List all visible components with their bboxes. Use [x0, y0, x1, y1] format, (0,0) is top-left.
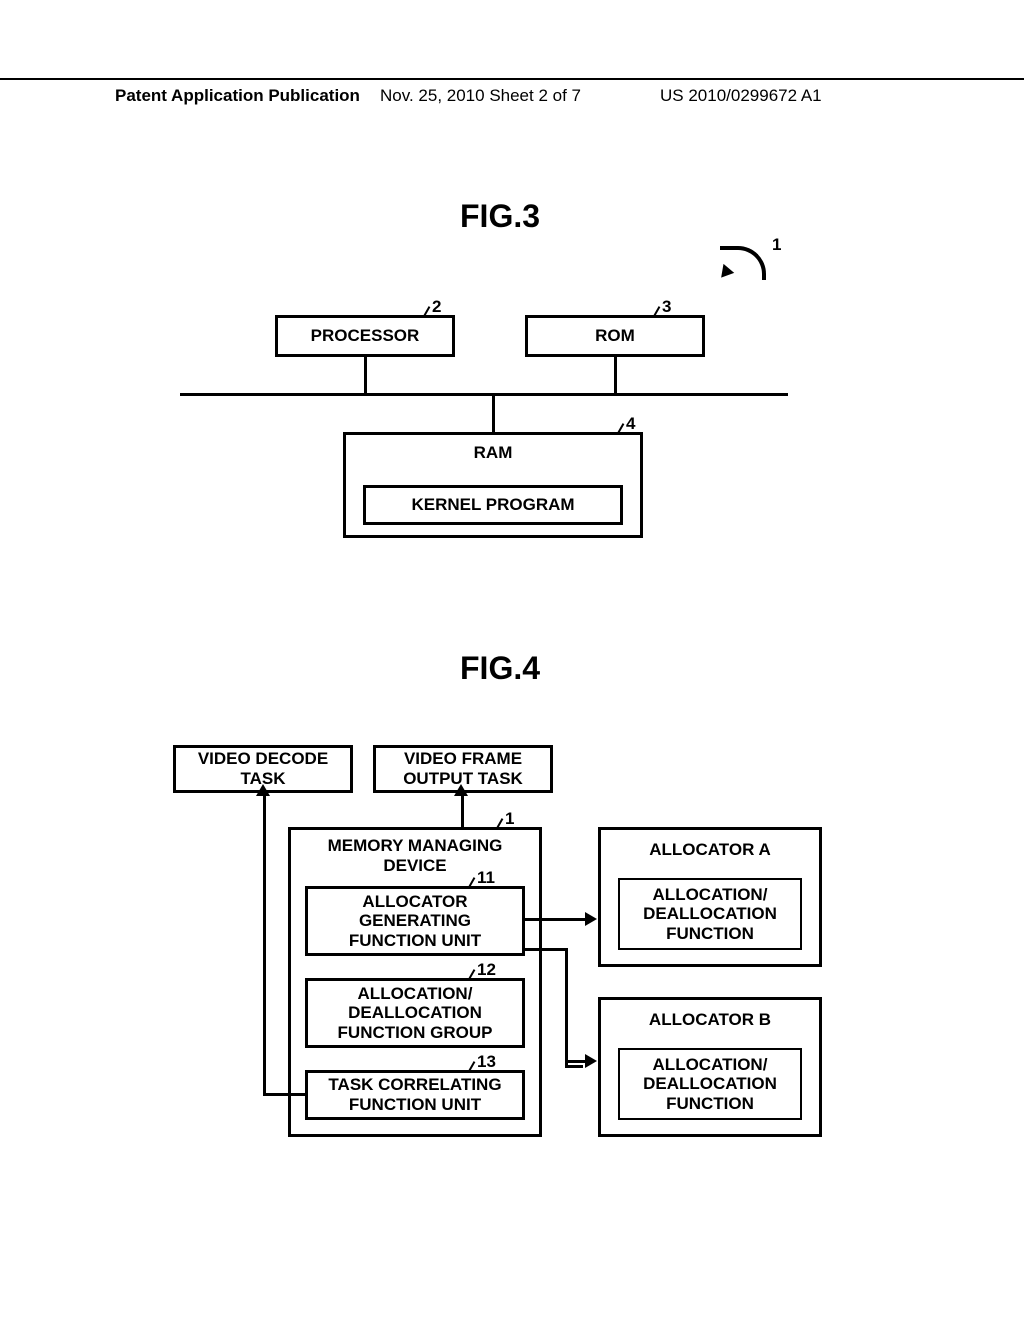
alloc-dealloc-group-label: ALLOCATION/ DEALLOCATION FUNCTION GROUP — [338, 984, 493, 1043]
bus-line — [180, 393, 788, 396]
allocator-a-func-label: ALLOCATION/ DEALLOCATION FUNCTION — [643, 885, 777, 944]
allocator-a-label: ALLOCATOR A — [649, 840, 771, 860]
task-correlating-box: TASK CORRELATING FUNCTION UNIT — [305, 1070, 525, 1120]
processor-label: PROCESSOR — [311, 326, 420, 346]
gen-b-arrow — [585, 1054, 597, 1068]
allocator-a-func-box: ALLOCATION/ DEALLOCATION FUNCTION — [618, 878, 802, 950]
allocator-b-label: ALLOCATOR B — [649, 1010, 771, 1030]
kernel-box: KERNEL PROGRAM — [363, 485, 623, 525]
alloc-gen-label: ALLOCATOR GENERATING FUNCTION UNIT — [349, 892, 481, 951]
page-header: Patent Application Publication Nov. 25, … — [0, 78, 1024, 86]
tc-mid-arrow — [454, 784, 468, 796]
header-left: Patent Application Publication — [115, 86, 360, 106]
fig3-ref-4: 4 — [626, 414, 635, 434]
tc-left-arrow — [256, 784, 270, 796]
kernel-label: KERNEL PROGRAM — [411, 495, 574, 515]
tc-left-h — [265, 1093, 305, 1096]
ram-label: RAM — [474, 443, 513, 463]
fig3-title: FIG.3 — [460, 198, 540, 235]
video-decode-label: VIDEO DECODE TASK — [198, 749, 328, 788]
allocator-b-func-label: ALLOCATION/ DEALLOCATION FUNCTION — [643, 1055, 777, 1114]
rom-label: ROM — [595, 326, 635, 346]
rom-box: ROM — [525, 315, 705, 357]
fig4-ref-1: 1 — [505, 809, 514, 829]
alloc-dealloc-group-box: ALLOCATION/ DEALLOCATION FUNCTION GROUP — [305, 978, 525, 1048]
fig4-ref-12: 12 — [477, 960, 496, 980]
fig3-ref-2: 2 — [432, 297, 441, 317]
header-right: US 2010/0299672 A1 — [660, 86, 822, 106]
fig3-ref-1: 1 — [772, 235, 781, 255]
gen-b-h1 — [525, 948, 567, 951]
task-corr-label: TASK CORRELATING FUNCTION UNIT — [328, 1075, 501, 1114]
proc-vline — [364, 357, 367, 393]
allocator-generating-box: ALLOCATOR GENERATING FUNCTION UNIT — [305, 886, 525, 956]
processor-box: PROCESSOR — [275, 315, 455, 357]
gen-a-h — [525, 918, 587, 921]
gen-b-v — [565, 948, 568, 1060]
header-center: Nov. 25, 2010 Sheet 2 of 7 — [380, 86, 581, 106]
ram-vline — [492, 393, 495, 433]
tc-mid-v — [461, 793, 464, 827]
video-frame-label: VIDEO FRAME OUTPUT TASK — [403, 749, 523, 788]
fig4-title: FIG.4 — [460, 650, 540, 687]
rom-vline — [614, 357, 617, 393]
fig4-ref-11: 11 — [477, 868, 495, 888]
allocator-b-func-box: ALLOCATION/ DEALLOCATION FUNCTION — [618, 1048, 802, 1120]
fig3-ref-3: 3 — [662, 297, 671, 317]
gen-a-arrow — [585, 912, 597, 926]
tc-left-v — [263, 793, 266, 1096]
fig4-ref-13: 13 — [477, 1052, 496, 1072]
gen-b-h2 — [565, 1060, 587, 1063]
gen-b-hook — [565, 1050, 583, 1068]
